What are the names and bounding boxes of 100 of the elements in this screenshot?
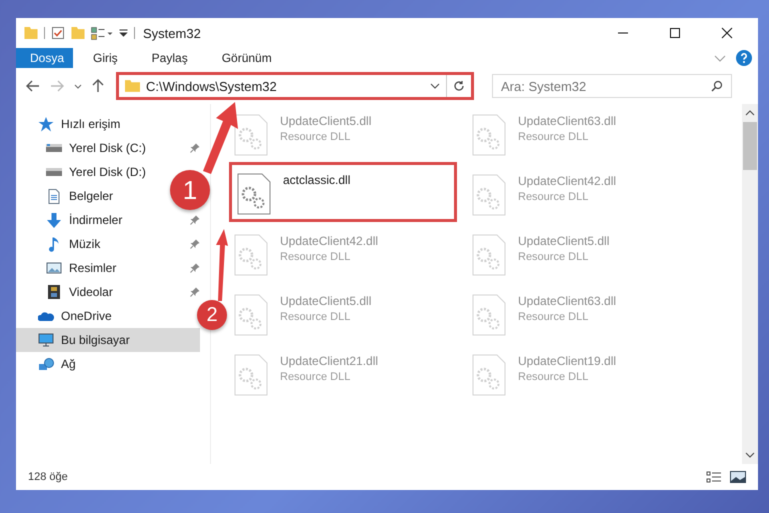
dll-file-icon xyxy=(472,114,506,156)
sidebar-label: Bu bilgisayar xyxy=(61,333,130,347)
ribbon-tab[interactable]: Görünüm xyxy=(208,48,286,68)
sidebar-item[interactable]: OneDrive xyxy=(16,304,118,328)
dll-file-icon xyxy=(237,173,271,215)
file-name: actclassic.dll xyxy=(283,173,350,187)
scrollbar-thumb[interactable] xyxy=(743,122,757,170)
sidebar-item[interactable]: İndirmeler xyxy=(16,208,128,232)
window-title: System32 xyxy=(143,26,201,40)
customize-toolbar-icon[interactable] xyxy=(119,29,128,37)
music-note-icon xyxy=(49,236,59,252)
minimize-icon[interactable] xyxy=(617,32,629,34)
pin-icon[interactable] xyxy=(190,287,200,297)
step-number-badge: 1 xyxy=(170,170,210,210)
address-bar[interactable]: C:\Windows\System32 xyxy=(116,72,474,100)
details-view-icon[interactable] xyxy=(706,471,722,483)
annotation-arrow xyxy=(202,102,238,174)
sidebar-item[interactable]: Müzik xyxy=(16,232,106,256)
dropdown-caret-icon[interactable] xyxy=(430,83,440,89)
sidebar-item[interactable]: Ağ xyxy=(16,352,82,376)
file-name: UpdateClient19.dll xyxy=(518,354,616,368)
file-type: Resource DLL xyxy=(280,311,352,323)
search-icon xyxy=(711,80,723,92)
file-name: UpdateClient21.dll xyxy=(280,354,378,368)
pin-icon[interactable] xyxy=(190,143,200,153)
up-arrow-icon[interactable] xyxy=(92,79,104,93)
dll-file-icon xyxy=(234,114,268,156)
ribbon-tab[interactable]: Giriş xyxy=(79,48,132,68)
file-type: Resource DLL xyxy=(518,371,590,383)
pin-icon[interactable] xyxy=(190,239,200,249)
file-type: Resource DLL xyxy=(518,131,590,143)
drive-icon xyxy=(46,144,62,152)
file-type: Resource DLL xyxy=(280,371,352,383)
sidebar-item[interactable]: Videolar xyxy=(16,280,119,304)
sidebar-label: İndirmeler xyxy=(69,213,122,227)
file-type: Resource DLL xyxy=(280,131,352,143)
cloud-icon xyxy=(38,312,54,320)
file-type: Resource DLL xyxy=(518,311,590,323)
sidebar-label: Ağ xyxy=(61,357,76,371)
ribbon-tab[interactable]: Paylaş xyxy=(138,48,202,68)
folder-icon xyxy=(125,80,140,92)
maximize-icon[interactable] xyxy=(669,27,681,39)
sidebar-label: Videolar xyxy=(69,285,113,299)
file-name: UpdateClient5.dll xyxy=(280,114,372,128)
file-type: Resource DLL xyxy=(518,251,590,263)
recent-locations-icon[interactable] xyxy=(74,84,82,88)
file-name: UpdateClient63.dll xyxy=(518,294,616,308)
dll-file-icon xyxy=(234,354,268,396)
scroll-down-icon[interactable] xyxy=(745,452,755,458)
sidebar-label: Belgeler xyxy=(69,189,114,203)
large-icons-view-icon[interactable] xyxy=(730,471,746,483)
computer-icon xyxy=(38,333,54,347)
refresh-icon[interactable] xyxy=(453,80,465,92)
file-name: UpdateClient42.dll xyxy=(518,174,616,188)
sidebar-label: Yerel Disk (C:) xyxy=(69,141,146,155)
scroll-up-icon[interactable] xyxy=(745,110,755,116)
search-field[interactable]: Ara: System32 xyxy=(492,74,732,98)
sidebar-label: Hızlı erişim xyxy=(61,117,120,131)
dll-file-icon xyxy=(234,234,268,276)
ribbon-tab[interactable]: Dosya xyxy=(16,48,73,68)
image-icon xyxy=(46,262,62,274)
document-icon xyxy=(48,188,60,204)
file-name: UpdateClient42.dll xyxy=(280,234,378,248)
drive-icon xyxy=(46,168,62,176)
properties-icon[interactable] xyxy=(51,26,65,40)
sidebar-label: Müzik xyxy=(69,237,100,251)
file-name: UpdateClient5.dll xyxy=(518,234,610,248)
dll-file-icon xyxy=(472,174,506,216)
file-type: Resource DLL xyxy=(280,251,352,263)
view-options-icon[interactable] xyxy=(91,26,113,40)
sidebar-item[interactable]: Belgeler xyxy=(16,184,120,208)
dll-file-icon xyxy=(472,354,506,396)
file-type: Resource DLL xyxy=(518,191,590,203)
file-name: UpdateClient5.dll xyxy=(280,294,372,308)
sidebar-label: OneDrive xyxy=(61,309,112,323)
item-count: 128 öğe xyxy=(28,471,68,483)
pin-icon[interactable] xyxy=(190,215,200,225)
sidebar-item[interactable]: Resimler xyxy=(16,256,122,280)
sidebar-item[interactable]: Yerel Disk (C:) xyxy=(16,136,152,160)
dll-file-icon xyxy=(472,294,506,336)
download-arrow-icon xyxy=(47,212,61,228)
address-path: C:\Windows\System32 xyxy=(146,78,278,94)
back-arrow-icon[interactable] xyxy=(26,80,40,92)
pin-icon[interactable] xyxy=(190,263,200,273)
close-icon[interactable] xyxy=(721,27,733,39)
network-icon xyxy=(38,358,54,370)
dll-file-icon xyxy=(234,294,268,336)
star-icon xyxy=(38,116,54,132)
file-item[interactable]: actclassic.dll xyxy=(229,162,457,222)
file-name: UpdateClient63.dll xyxy=(518,114,616,128)
expand-ribbon-icon[interactable] xyxy=(714,54,726,62)
sidebar-item[interactable]: Yerel Disk (D:) xyxy=(16,160,152,184)
sidebar-label: Resimler xyxy=(69,261,116,275)
help-icon[interactable] xyxy=(736,50,752,66)
annotation-arrow xyxy=(215,229,228,301)
sidebar-item[interactable]: Hızlı erişim xyxy=(16,112,126,136)
film-icon xyxy=(48,285,60,299)
dll-file-icon xyxy=(472,234,506,276)
sidebar-item[interactable]: Bu bilgisayar xyxy=(16,328,200,352)
sidebar-label: Yerel Disk (D:) xyxy=(69,165,146,179)
